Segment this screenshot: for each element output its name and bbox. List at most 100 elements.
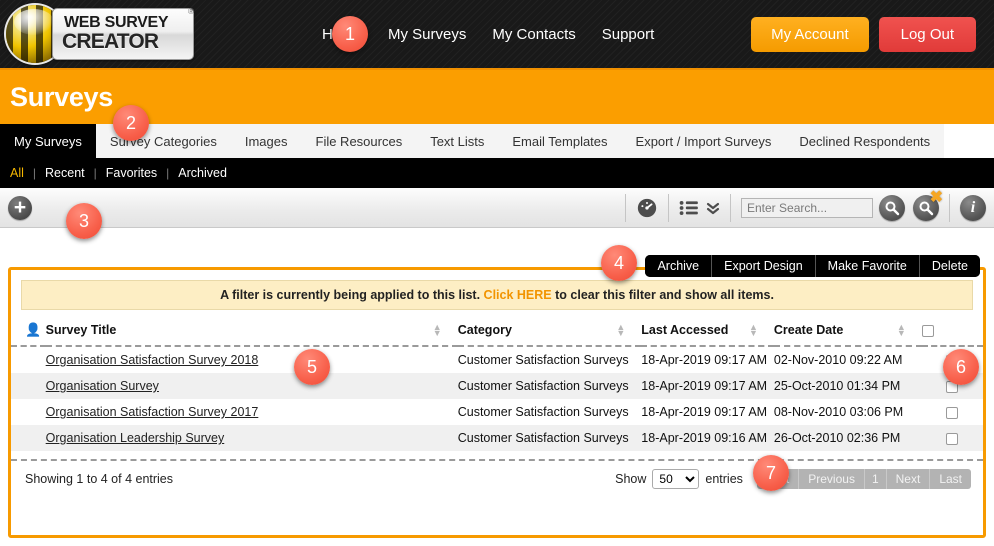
row-create-date-cell: 02-Nov-2010 09:22 AM xyxy=(774,346,922,373)
survey-title-link[interactable]: Organisation Satisfaction Survey 2018 xyxy=(46,353,259,367)
delete-button[interactable]: Delete xyxy=(919,255,980,277)
clear-filter-link[interactable]: Click HERE xyxy=(484,288,552,302)
table-header: 👤 Survey Title ▲▼ Category ▲▼ Last Acces… xyxy=(11,314,983,346)
table-row[interactable]: Organisation Leadership Survey Customer … xyxy=(11,425,983,451)
add-survey-button[interactable]: + xyxy=(8,196,32,220)
table-header-row: 👤 Survey Title ▲▼ Category ▲▼ Last Acces… xyxy=(11,314,983,346)
x-mark-icon: ✖ xyxy=(930,190,943,206)
column-header-create-date[interactable]: Create Date ▲▼ xyxy=(774,314,922,346)
column-header-select-all[interactable] xyxy=(922,314,983,346)
row-category-cell: Customer Satisfaction Surveys xyxy=(458,425,642,451)
survey-title-link[interactable]: Organisation Satisfaction Survey 2017 xyxy=(46,405,259,419)
entries-label: entries xyxy=(705,472,743,486)
tab-file-resources[interactable]: File Resources xyxy=(302,124,417,158)
callout-badge-2: 2 xyxy=(113,105,149,141)
make-favorite-button[interactable]: Make Favorite xyxy=(815,255,919,277)
clear-search-icon[interactable]: ✖ xyxy=(913,195,939,221)
callout-badge-5: 5 xyxy=(294,349,330,385)
filter-notice-text-after: to clear this filter and show all items. xyxy=(555,288,774,302)
page-button-group: First Previous 1 Next Last xyxy=(757,469,971,489)
divider xyxy=(949,194,950,222)
table-row[interactable]: Organisation Satisfaction Survey 2017 Cu… xyxy=(11,399,983,425)
column-header-owner: 👤 xyxy=(11,314,46,346)
sort-toggle-icon[interactable]: ▲▼ xyxy=(897,324,906,336)
column-label-category: Category xyxy=(458,323,512,337)
row-category-cell: Customer Satisfaction Surveys xyxy=(458,373,642,399)
pagination-controls: Show 10 25 50 100 entries First Previous… xyxy=(615,469,971,489)
column-header-survey-title[interactable]: Survey Title ▲▼ xyxy=(46,314,458,346)
survey-title-link[interactable]: Organisation Survey xyxy=(46,379,159,393)
callout-badge-4: 4 xyxy=(601,245,637,281)
previous-page-button[interactable]: Previous xyxy=(798,469,864,489)
dashboard-gauge-icon[interactable] xyxy=(636,197,658,219)
divider xyxy=(625,194,626,222)
tab-declined-respondents[interactable]: Declined Respondents xyxy=(785,124,944,158)
survey-title-link[interactable]: Organisation Leadership Survey xyxy=(46,431,225,445)
table-footer: Showing 1 to 4 of 4 entries Show 10 25 5… xyxy=(11,461,983,489)
page-title-bar: Surveys xyxy=(0,70,994,124)
tab-email-templates[interactable]: Email Templates xyxy=(498,124,621,158)
filter-notice-text-before: A filter is currently being applied to t… xyxy=(220,288,480,302)
archive-button[interactable]: Archive xyxy=(645,255,711,277)
logo-text-line2: CREATOR xyxy=(62,30,158,54)
select-all-checkbox[interactable] xyxy=(922,325,934,337)
showing-entries-text: Showing 1 to 4 of 4 entries xyxy=(25,472,173,486)
row-title-cell: Organisation Survey xyxy=(46,373,458,399)
row-owner-cell xyxy=(11,399,46,425)
row-create-date-cell: 25-Oct-2010 01:34 PM xyxy=(774,373,922,399)
log-out-button[interactable]: Log Out xyxy=(879,17,976,52)
row-last-accessed-cell: 18-Apr-2019 09:17 AM xyxy=(641,346,774,373)
row-owner-cell xyxy=(11,425,46,451)
tab-text-lists[interactable]: Text Lists xyxy=(416,124,498,158)
row-last-accessed-cell: 18-Apr-2019 09:16 AM xyxy=(641,425,774,451)
section-tab-bar: My Surveys Survey Categories Images File… xyxy=(0,124,994,158)
toolbar-right-group: ✖ i xyxy=(615,188,994,227)
row-checkbox[interactable] xyxy=(946,407,958,419)
chevron-down-icon[interactable] xyxy=(706,200,720,216)
column-label-survey-title: Survey Title xyxy=(46,323,117,337)
column-header-last-accessed[interactable]: Last Accessed ▲▼ xyxy=(641,314,774,346)
table-row[interactable]: Organisation Survey Customer Satisfactio… xyxy=(11,373,983,399)
sort-toggle-icon[interactable]: ▲▼ xyxy=(749,324,758,336)
tab-my-surveys[interactable]: My Surveys xyxy=(0,124,96,158)
filter-applied-notice: A filter is currently being applied to t… xyxy=(21,280,973,310)
nav-link-my-surveys[interactable]: My Surveys xyxy=(388,26,466,43)
tab-images[interactable]: Images xyxy=(231,124,302,158)
page-title: Surveys xyxy=(0,82,113,113)
sort-toggle-icon[interactable]: ▲▼ xyxy=(433,324,442,336)
column-header-category[interactable]: Category ▲▼ xyxy=(458,314,642,346)
callout-badge-1: 1 xyxy=(332,16,368,52)
site-logo[interactable]: WEB SURVEY CREATOR ® xyxy=(0,0,200,69)
callout-badge-6: 6 xyxy=(943,349,979,385)
subfilter-all[interactable]: All xyxy=(10,166,33,180)
survey-list-panel: A filter is currently being applied to t… xyxy=(8,267,986,538)
my-account-button[interactable]: My Account xyxy=(751,17,869,52)
tab-export-import-surveys[interactable]: Export / Import Surveys xyxy=(622,124,786,158)
next-page-button[interactable]: Next xyxy=(886,469,930,489)
row-checkbox[interactable] xyxy=(946,433,958,445)
nav-link-my-contacts[interactable]: My Contacts xyxy=(492,26,575,43)
info-icon[interactable]: i xyxy=(960,195,986,221)
search-input[interactable] xyxy=(741,198,873,218)
divider xyxy=(730,194,731,222)
row-category-cell: Customer Satisfaction Surveys xyxy=(458,346,642,373)
entries-per-page-select[interactable]: 10 25 50 100 xyxy=(652,469,699,489)
list-view-icon[interactable] xyxy=(679,198,703,218)
subfilter-recent[interactable]: Recent xyxy=(36,166,94,180)
last-page-button[interactable]: Last xyxy=(929,469,971,489)
table-row[interactable]: Organisation Satisfaction Survey 2018 Cu… xyxy=(11,346,983,373)
page-number-1-button[interactable]: 1 xyxy=(864,469,886,489)
export-design-button[interactable]: Export Design xyxy=(711,255,815,277)
list-toolbar: + xyxy=(0,188,994,228)
row-select-cell xyxy=(922,425,983,451)
nav-link-support[interactable]: Support xyxy=(602,26,655,43)
subfilter-favorites[interactable]: Favorites xyxy=(97,166,166,180)
subfilter-archived[interactable]: Archived xyxy=(169,166,236,180)
column-label-last-accessed: Last Accessed xyxy=(641,323,728,337)
survey-table: 👤 Survey Title ▲▼ Category ▲▼ Last Acces… xyxy=(11,314,983,451)
show-label: Show xyxy=(615,472,646,486)
plus-icon: + xyxy=(14,197,26,218)
search-icon[interactable] xyxy=(879,195,905,221)
row-create-date-cell: 26-Oct-2010 02:36 PM xyxy=(774,425,922,451)
sort-toggle-icon[interactable]: ▲▼ xyxy=(616,324,625,336)
